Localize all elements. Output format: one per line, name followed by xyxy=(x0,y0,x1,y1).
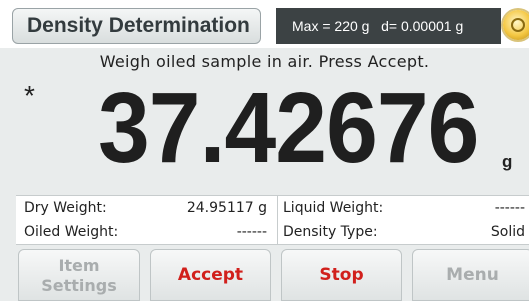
info-panel: Dry Weight: 24.95117 g Oiled Weight: ---… xyxy=(16,195,529,245)
dry-weight-label: Dry Weight: xyxy=(24,200,107,216)
stop-button[interactable]: Stop xyxy=(281,249,402,301)
accept-button[interactable]: Accept xyxy=(150,249,271,301)
density-type-label: Density Type: xyxy=(283,224,378,240)
dry-weight-value: 24.95117 g xyxy=(186,200,267,216)
instruction-text: Weigh oiled sample in air. Press Accept. xyxy=(99,52,430,71)
oiled-weight-label: Oiled Weight: xyxy=(24,224,119,240)
item-settings-label-line1: Item xyxy=(58,256,100,275)
page-title[interactable]: Density Determination xyxy=(12,8,261,44)
capacity-readability-spec: Max = 220 g d= 0.00001 g xyxy=(276,8,501,44)
weight-unit[interactable]: g xyxy=(502,152,512,172)
liquid-weight-value: ------ xyxy=(494,200,525,216)
liquid-weight-label: Liquid Weight: xyxy=(283,200,384,216)
stability-marker: * xyxy=(24,80,35,111)
info-divider xyxy=(277,196,278,244)
menu-button[interactable]: Menu xyxy=(412,249,529,301)
weight-reading: 37.42676 xyxy=(98,72,479,184)
oiled-weight-value: ------ xyxy=(236,224,267,240)
level-bubble-icon[interactable] xyxy=(503,10,529,40)
item-settings-button[interactable]: Item Settings xyxy=(18,249,140,301)
item-settings-label-line2: Settings xyxy=(41,276,117,295)
density-type-value: Solid xyxy=(490,224,525,240)
